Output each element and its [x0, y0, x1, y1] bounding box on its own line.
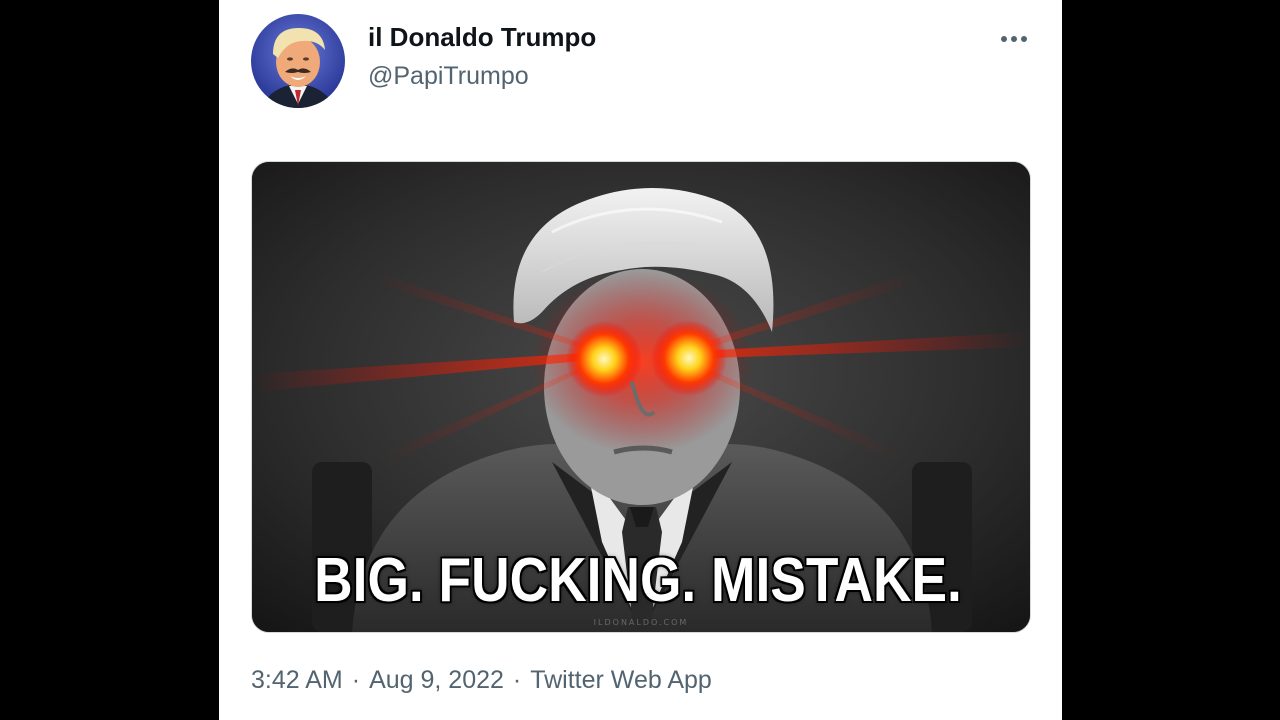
author-handle[interactable]: @PapiTrumpo	[368, 62, 529, 91]
tweet-metadata: 3:42 AM · Aug 9, 2022 · Twitter Web App	[251, 666, 712, 695]
more-options-button[interactable]	[993, 26, 1035, 52]
meta-separator: ·	[351, 666, 361, 694]
tweet-timestamp-time[interactable]: 3:42 AM	[251, 666, 343, 695]
tweet-timestamp-date[interactable]: Aug 9, 2022	[369, 666, 504, 695]
meme-caption: BIG. FUCKING. MISTAKE.	[314, 546, 962, 615]
author-display-name[interactable]: il Donaldo Trumpo	[368, 22, 596, 53]
meme-watermark: ILDONALDO.COM	[593, 618, 689, 627]
author-avatar[interactable]	[251, 14, 345, 108]
tweet-source[interactable]: Twitter Web App	[530, 666, 712, 695]
tweet-media[interactable]: BIG. FUCKING. MISTAKE. ILDONALDO.COM	[251, 161, 1031, 633]
meta-separator: ·	[512, 666, 522, 694]
tweet-card: il Donaldo Trumpo @PapiTrumpo BIG. FUCKI…	[219, 0, 1062, 720]
avatar-image	[251, 14, 345, 108]
more-horizontal-icon	[1001, 36, 1027, 42]
